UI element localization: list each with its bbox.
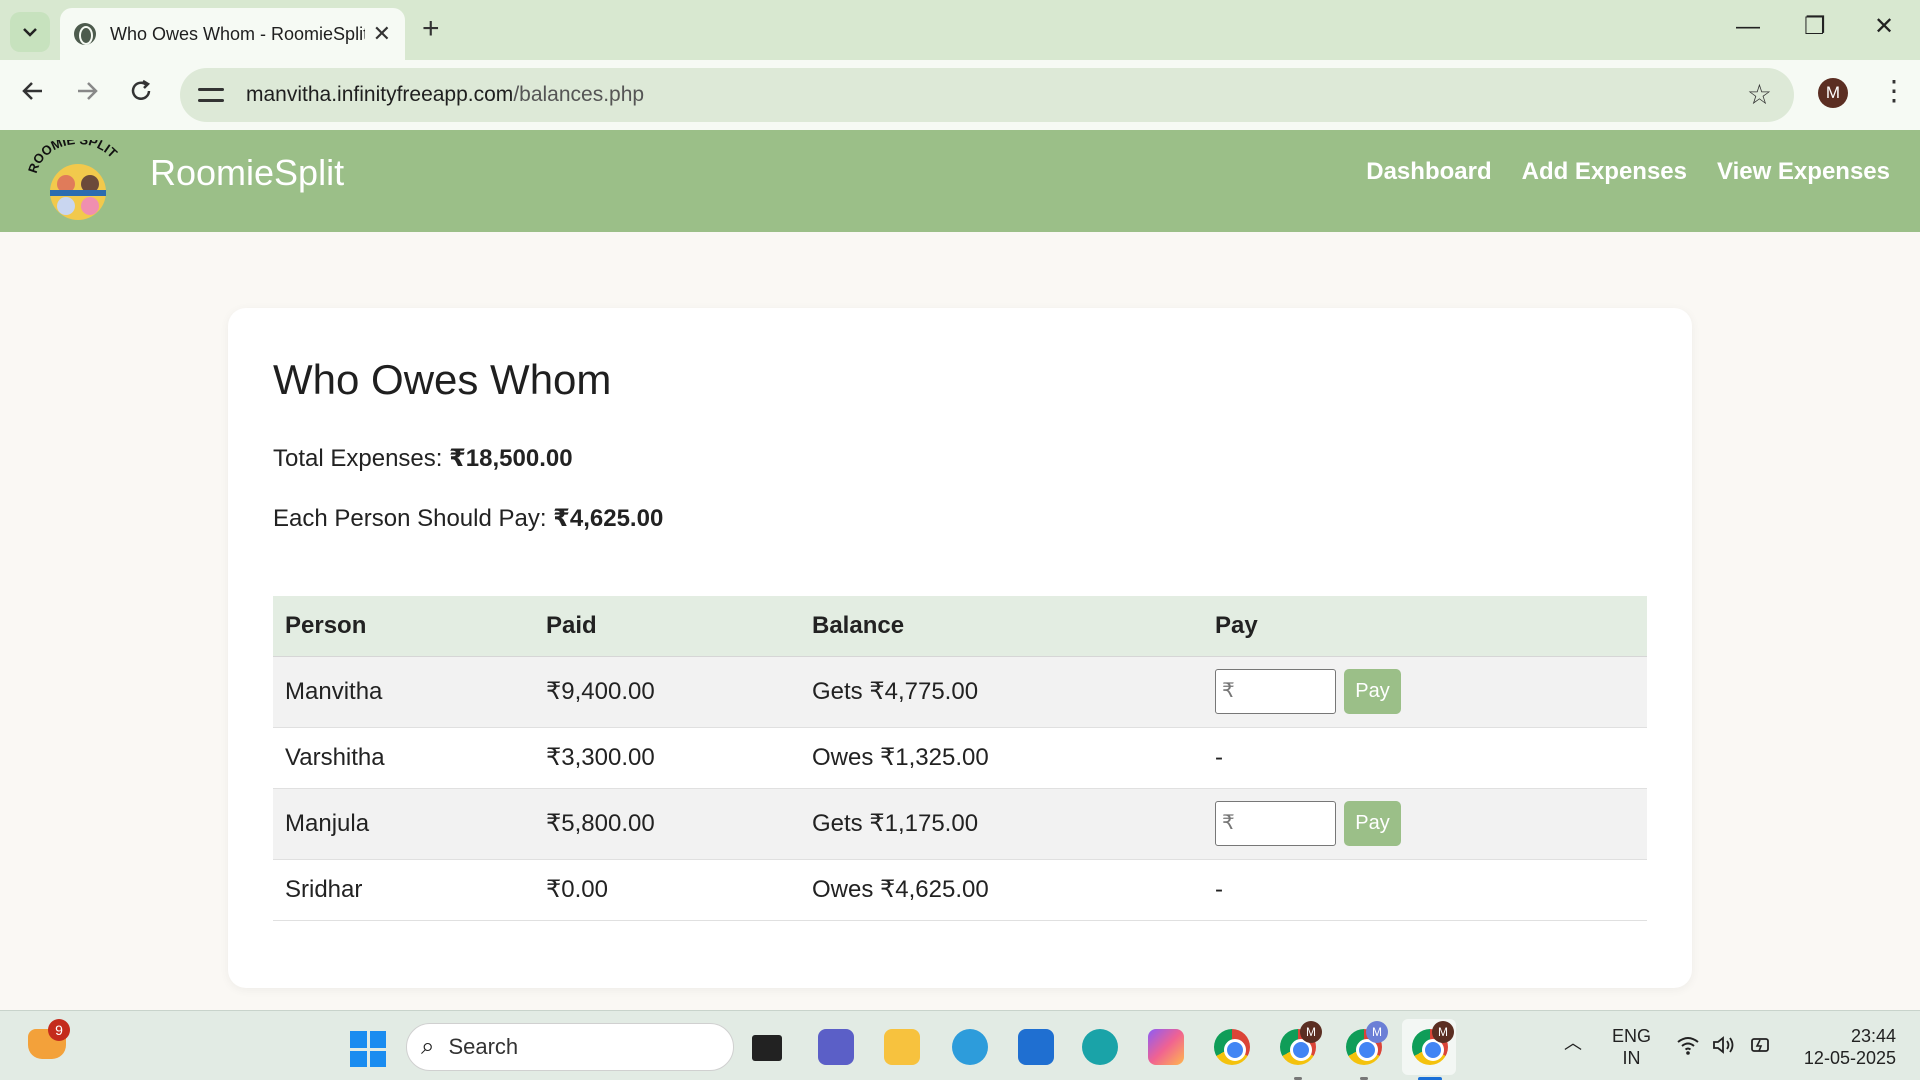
tab-close-button[interactable]: ✕	[373, 21, 391, 47]
pay-amount-input[interactable]	[1215, 801, 1336, 846]
balance-status: Gets ₹1,175.00	[800, 788, 1203, 860]
address-bar[interactable]: manvitha.infinityfreeapp.com/balances.ph…	[180, 68, 1794, 122]
profile-avatar[interactable]: M	[1818, 78, 1848, 108]
chrome-active-icon[interactable]: M	[1412, 1021, 1454, 1080]
paid-amount: ₹5,800.00	[534, 788, 800, 860]
get-help-icon[interactable]	[952, 1029, 988, 1065]
person-name: Manvitha	[273, 656, 534, 728]
nav-dashboard[interactable]: Dashboard	[1366, 158, 1491, 186]
table-row: Varshitha ₹3,300.00 Owes ₹1,325.00 -	[273, 727, 1647, 789]
brand-name: RoomieSplit	[150, 152, 345, 193]
reload-button[interactable]	[128, 78, 154, 110]
roomiesplit-logo: ROOMIE SPLIT	[28, 140, 120, 220]
taskbar-search[interactable]: ⌕ Search	[406, 1023, 734, 1071]
person-name: Sridhar	[273, 859, 534, 921]
header-paid: Paid	[534, 596, 800, 657]
clock-date: 12-05-2025	[1803, 1048, 1896, 1068]
balance-status: Gets ₹4,775.00	[800, 656, 1203, 728]
pay-amount-input[interactable]	[1215, 669, 1336, 714]
pay-cell-empty: -	[1203, 727, 1647, 789]
total-expenses-value: ₹18,500.00	[449, 445, 573, 472]
site-info-icon[interactable]	[198, 84, 224, 106]
each-person-share-value: ₹4,625.00	[553, 505, 664, 532]
balance-status: Owes ₹4,625.00	[800, 859, 1203, 921]
battery-icon[interactable]	[1748, 1035, 1774, 1060]
pay-cell: Pay	[1203, 656, 1647, 728]
table-row: Sridhar ₹0.00 Owes ₹4,625.00 -	[273, 859, 1647, 921]
paid-amount: ₹3,300.00	[534, 727, 800, 789]
total-expenses: Total Expenses: ₹18,500.00	[273, 445, 573, 472]
minimize-button[interactable]: —	[1736, 12, 1760, 42]
bookmark-star-icon[interactable]: ☆	[1747, 78, 1772, 111]
balance-status: Owes ₹1,325.00	[800, 727, 1203, 789]
chevron-up-icon[interactable]: ︿	[1564, 1029, 1582, 1055]
chrome-icon[interactable]	[1214, 1029, 1250, 1065]
main-nav: Dashboard Add Expenses View Expenses	[1366, 158, 1890, 186]
pay-button[interactable]: Pay	[1344, 669, 1401, 714]
wifi-icon[interactable]	[1676, 1035, 1700, 1060]
language-indicator[interactable]: ENG IN	[1612, 1025, 1651, 1069]
table-row: Manjula ₹5,800.00 Gets ₹1,175.00 Pay	[273, 788, 1647, 860]
browser-tab[interactable]: Who Owes Whom - RoomieSplit ✕	[60, 8, 405, 60]
close-window-button[interactable]: ✕	[1874, 12, 1894, 42]
header-person: Person	[273, 596, 534, 657]
header-pay: Pay	[1203, 596, 1647, 657]
taskbar: 9 ⌕ Search M M M ︿ ENG IN 23:44 12-05-20…	[0, 1010, 1920, 1080]
balances-card: Who Owes Whom Total Expenses: ₹18,500.00…	[228, 308, 1692, 988]
forward-button[interactable]	[74, 78, 100, 110]
chevron-down-icon	[23, 28, 37, 37]
pay-cell-empty: -	[1203, 859, 1647, 921]
url-text: manvitha.infinityfreeapp.com/balances.ph…	[246, 83, 645, 106]
arrow-left-icon	[22, 82, 42, 100]
restore-button[interactable]: ❐	[1804, 12, 1826, 42]
teams-icon[interactable]	[818, 1029, 854, 1065]
pay-cell: Pay	[1203, 788, 1647, 860]
person-name: Manjula	[273, 788, 534, 860]
balances-table: Person Paid Balance Pay Manvitha ₹9,400.…	[273, 596, 1647, 921]
tab-search-button[interactable]	[10, 12, 50, 52]
search-icon: ⌕	[421, 1033, 435, 1060]
copilot-icon[interactable]	[1148, 1029, 1184, 1065]
browser-toolbar: manvitha.infinityfreeapp.com/balances.ph…	[0, 60, 1920, 130]
system-clock[interactable]: 23:44 12-05-2025	[1804, 1025, 1896, 1069]
arrow-right-icon	[78, 82, 98, 100]
search-label: Search	[448, 1034, 519, 1059]
header-balance: Balance	[800, 596, 1203, 657]
start-button[interactable]	[350, 1031, 386, 1067]
app-header: ROOMIE SPLIT RoomieSplit Dashboard Add E…	[0, 130, 1920, 232]
chrome-profile-icon[interactable]: M	[1280, 1021, 1322, 1080]
notification-badge: 9	[48, 1019, 70, 1041]
back-button[interactable]	[20, 78, 46, 110]
pay-button[interactable]: Pay	[1344, 801, 1401, 846]
nav-add-expenses[interactable]: Add Expenses	[1522, 158, 1687, 186]
globe-icon	[74, 23, 96, 45]
new-tab-button[interactable]: +	[422, 14, 440, 44]
table-row: Manvitha ₹9,400.00 Gets ₹4,775.00 Pay	[273, 656, 1647, 728]
more-menu-icon[interactable]: ⋮	[1880, 76, 1908, 106]
paid-amount: ₹9,400.00	[534, 656, 800, 728]
paid-amount: ₹0.00	[534, 859, 800, 921]
person-name: Varshitha	[273, 727, 534, 789]
microsoft-store-icon[interactable]	[1018, 1029, 1054, 1065]
each-person-share: Each Person Should Pay: ₹4,625.00	[273, 505, 664, 532]
browser-tab-bar: Who Owes Whom - RoomieSplit ✕ + — ❐ ✕	[0, 0, 1920, 60]
nav-view-expenses[interactable]: View Expenses	[1717, 158, 1890, 186]
tab-title: Who Owes Whom - RoomieSplit	[110, 23, 365, 44]
volume-icon[interactable]	[1712, 1035, 1736, 1060]
reload-icon	[131, 79, 151, 100]
page-title: Who Owes Whom	[273, 356, 612, 403]
edge-icon[interactable]	[1082, 1029, 1118, 1065]
task-view-icon[interactable]	[752, 1035, 782, 1061]
clock-time: 23:44	[1850, 1026, 1896, 1046]
chrome-profile-icon[interactable]: M	[1346, 1021, 1388, 1080]
file-explorer-icon[interactable]	[884, 1029, 920, 1065]
